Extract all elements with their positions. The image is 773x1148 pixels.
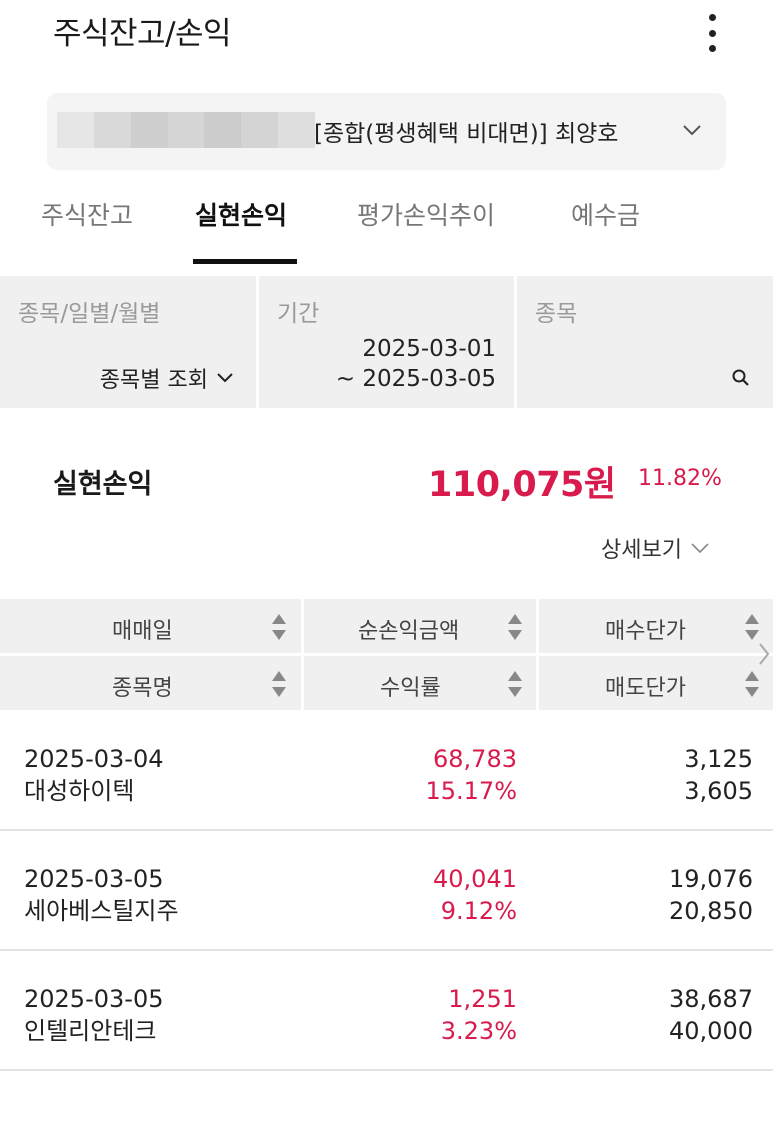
sort-icon xyxy=(508,671,522,697)
stock-name: 세아베스틸지주 xyxy=(24,897,179,925)
detail-view-toggle[interactable]: 상세보기 xyxy=(601,532,710,564)
header-return-rate[interactable]: 수익률 xyxy=(304,656,536,710)
filter-period: 기간 2025-03-01 ~ 2025-03-05 xyxy=(259,276,514,408)
tab-deposit[interactable]: 예수금 xyxy=(571,196,640,232)
account-name: [종합(평생혜택 비대면)] 최양호 xyxy=(314,121,619,147)
header-buy-price-label: 매수단가 xyxy=(605,619,686,644)
buy-price: 3,125 xyxy=(684,745,753,773)
filter-type-select[interactable]: 종목별 조회 xyxy=(100,362,234,394)
page-title: 주식잔고/손익 xyxy=(53,16,232,52)
table-header: 매매일 순손익금액 매수단가 종목명 수익률 매도단가 xyxy=(0,599,773,710)
sort-icon xyxy=(272,614,286,640)
more-vertical-icon xyxy=(708,14,716,21)
net-profit: 68,783 xyxy=(433,745,517,773)
more-vertical-icon-dot xyxy=(708,45,716,52)
header-sell-price-label: 매도단가 xyxy=(605,676,686,701)
sell-price: 20,850 xyxy=(669,897,753,925)
detail-view-label: 상세보기 xyxy=(601,538,682,563)
header-net-profit-label: 순손익금액 xyxy=(358,619,460,644)
table-row[interactable]: 2025-03-05 인텔리안테크 1,251 3.23% 38,687 40,… xyxy=(0,951,773,1071)
more-options-button[interactable] xyxy=(695,10,729,56)
filter-type-value: 종목별 조회 xyxy=(99,368,208,393)
sort-icon xyxy=(508,614,522,640)
sell-price: 3,605 xyxy=(684,777,753,805)
buy-price: 38,687 xyxy=(669,985,753,1013)
more-vertical-icon-dot xyxy=(708,29,716,37)
chevron-down-icon xyxy=(691,543,709,554)
tab-valuation-trend[interactable]: 평가손익추이 xyxy=(357,196,495,232)
header-net-profit[interactable]: 순손익금액 xyxy=(304,599,536,653)
account-selector[interactable]: [종합(평생혜택 비대면)] 최양호 xyxy=(47,93,726,170)
tab-stock-balance[interactable]: 주식잔고 xyxy=(41,196,133,232)
app-header: 주식잔고/손익 xyxy=(0,0,773,70)
chevron-right-icon[interactable] xyxy=(757,641,771,667)
header-stock-name-label: 종목명 xyxy=(112,676,173,701)
stock-name: 인텔리안테크 xyxy=(24,1017,157,1045)
filter-type: 종목/일별/월별 종목별 조회 xyxy=(0,276,256,408)
chevron-down-icon xyxy=(683,125,701,136)
return-rate: 9.12% xyxy=(440,897,517,925)
return-rate: 3.23% xyxy=(440,1017,517,1045)
header-sell-price[interactable]: 매도단가 xyxy=(539,656,773,710)
filter-stock-label: 종목 xyxy=(535,301,578,327)
active-tab-indicator xyxy=(193,259,297,264)
filter-bar: 종목/일별/월별 종목별 조회 기간 2025-03-01 ~ 2025-03-… xyxy=(0,276,773,408)
sell-price: 40,000 xyxy=(669,1017,753,1045)
realized-pl-label: 실현손익 xyxy=(53,469,153,500)
tab-bar: 주식잔고 실현손익 평가손익추이 예수금 xyxy=(0,182,773,266)
sort-icon xyxy=(745,614,759,640)
table-row[interactable]: 2025-03-05 세아베스틸지주 40,041 9.12% 19,076 2… xyxy=(0,831,773,951)
tab-realized-pl[interactable]: 실현손익 xyxy=(195,196,287,232)
trade-date: 2025-03-05 xyxy=(24,865,164,893)
chevron-down-icon xyxy=(217,373,233,383)
account-number-masked xyxy=(57,112,316,148)
header-stock-name[interactable]: 종목명 xyxy=(0,656,301,710)
realized-pl-amount: 110,075원 xyxy=(428,465,616,505)
table-row[interactable]: 2025-03-04 대성하이텍 68,783 15.17% 3,125 3,6… xyxy=(0,711,773,831)
period-end-date: ~ 2025-03-05 xyxy=(335,366,496,392)
header-divider xyxy=(0,653,773,656)
search-icon[interactable] xyxy=(731,368,751,388)
stock-name: 대성하이텍 xyxy=(24,777,135,805)
header-return-rate-label: 수익률 xyxy=(380,676,441,701)
return-rate: 15.17% xyxy=(425,777,517,805)
net-profit: 1,251 xyxy=(448,985,517,1013)
period-date-range[interactable]: 2025-03-01 ~ 2025-03-05 xyxy=(336,334,496,394)
filter-stock[interactable]: 종목 xyxy=(517,276,773,408)
filter-type-label: 종목/일별/월별 xyxy=(18,301,161,327)
filter-period-label: 기간 xyxy=(277,301,320,327)
trade-date: 2025-03-04 xyxy=(24,745,164,773)
period-start-date: 2025-03-01 xyxy=(362,336,496,362)
sort-icon xyxy=(745,671,759,697)
trade-date: 2025-03-05 xyxy=(24,985,164,1013)
header-trade-date[interactable]: 매매일 xyxy=(0,599,301,653)
net-profit: 40,041 xyxy=(433,865,517,893)
header-trade-date-label: 매매일 xyxy=(112,619,173,644)
header-buy-price[interactable]: 매수단가 xyxy=(539,599,773,653)
buy-price: 19,076 xyxy=(669,865,753,893)
realized-pl-rate: 11.82% xyxy=(638,466,722,491)
sort-icon xyxy=(272,671,286,697)
